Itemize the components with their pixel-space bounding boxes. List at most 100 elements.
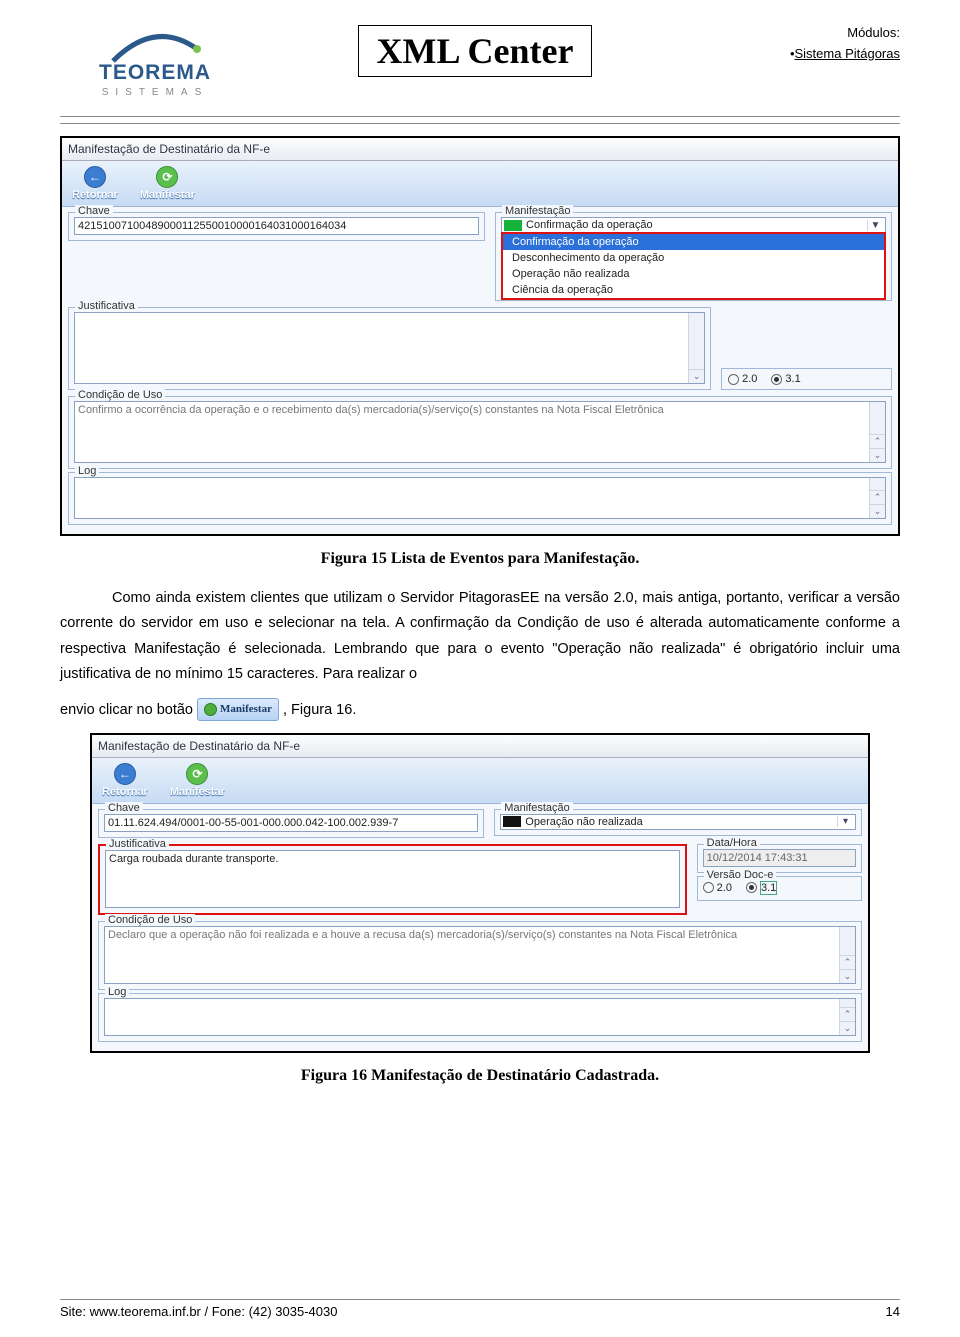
- scroll-down-icon: ⌄: [840, 1021, 855, 1035]
- scroll-down-icon: ⌄: [840, 969, 855, 983]
- scroll-down-icon: ⌄: [870, 504, 885, 518]
- manifestar-button[interactable]: ⟳ Manifestar: [166, 761, 229, 800]
- screenshot-manifestacao-2: Manifestação de Destinatário da NF-e ← R…: [90, 733, 870, 1053]
- condicao-fieldset: Condição de Uso Declaro que a operação n…: [98, 921, 862, 990]
- log-fieldset: Log ⌃⌄: [68, 472, 892, 525]
- dropdown-option[interactable]: Ciência da operação: [503, 282, 884, 298]
- chave-fieldset: Chave: [68, 212, 485, 241]
- chave-input[interactable]: [104, 814, 478, 832]
- chave-label: Chave: [105, 802, 143, 814]
- manifestar-button[interactable]: ⟳ Manifestar: [136, 164, 199, 203]
- flag-icon: [503, 816, 521, 827]
- log-textarea[interactable]: ⌃⌄: [74, 477, 886, 519]
- logo-sub: SISTEMAS: [102, 87, 209, 98]
- figure-caption-16: Figura 16 Manifestação de Destinatário C…: [60, 1067, 900, 1085]
- condicao-textarea[interactable]: Confirmo a ocorrência da operação e o re…: [74, 401, 886, 463]
- logo: TEOREMA SISTEMAS: [60, 25, 250, 98]
- dropdown-list: Confirmação da operação Desconhecimento …: [501, 232, 886, 300]
- manifestacao-label: Manifestação: [501, 802, 572, 814]
- divider: [60, 116, 900, 117]
- body-paragraph-2: envio clicar no botão Manifestar , Figur…: [60, 698, 900, 723]
- log-label: Log: [75, 465, 99, 477]
- manifestacao-fieldset: Manifestação Confirmação da operação ▼ C…: [495, 212, 892, 301]
- retornar-label: Retornar: [102, 786, 148, 798]
- manifestar-inline-button: Manifestar: [197, 698, 279, 721]
- modules-list: Módulos: Sistema Pitágoras: [700, 25, 900, 61]
- scroll-up-icon: ⌃: [840, 955, 855, 969]
- button-label: Manifestar: [220, 700, 272, 719]
- modules-label: Módulos:: [700, 25, 900, 40]
- modules-item: Sistema Pitágoras: [700, 46, 900, 61]
- manifestar-icon: [204, 703, 217, 716]
- versao-box: 2.0 3.1: [721, 368, 892, 390]
- justificativa-textarea[interactable]: Carga roubada durante transporte.: [105, 850, 680, 908]
- justificativa-fieldset: Justificativa Carga roubada durante tran…: [98, 844, 687, 915]
- version-31-radio[interactable]: 3.1: [771, 373, 800, 385]
- justificativa-textarea[interactable]: ⌄: [74, 312, 705, 384]
- page-footer: Site: www.teorema.inf.br / Fone: (42) 30…: [60, 1299, 900, 1319]
- option-label: Operação não realizada: [512, 268, 629, 280]
- retornar-label: Retornar: [72, 189, 118, 201]
- dropdown-selected: Confirmação da operação: [526, 219, 863, 231]
- window-title: Manifestação de Destinatário da NF-e: [92, 735, 868, 758]
- scrollbar[interactable]: ⌃⌄: [839, 927, 855, 983]
- scrollbar[interactable]: ⌃⌄: [839, 999, 855, 1035]
- radio-icon: [728, 374, 739, 385]
- condicao-label: Condição de Uso: [105, 914, 195, 926]
- chave-fieldset: Chave: [98, 809, 484, 838]
- datahora-label: Data/Hora: [704, 837, 760, 849]
- text: , Figura 16.: [283, 702, 356, 718]
- footer-site: Site: www.teorema.inf.br / Fone: (42) 30…: [60, 1304, 337, 1319]
- condicao-text: Confirmo a ocorrência da operação e o re…: [78, 404, 664, 416]
- chave-input[interactable]: [74, 217, 479, 235]
- manifestacao-dropdown[interactable]: Confirmação da operação ▼: [501, 217, 886, 233]
- radio-icon: [703, 882, 714, 893]
- scrollbar[interactable]: ⌃⌄: [869, 402, 885, 462]
- screenshot-manifestacao-1: Manifestação de Destinatário da NF-e ← R…: [60, 136, 900, 536]
- retornar-button[interactable]: ← Retornar: [98, 761, 152, 800]
- versao-label: Versão Doc-e: [704, 869, 777, 881]
- dropdown-selected: Operação não realizada: [525, 816, 833, 828]
- datahora-input: [703, 849, 856, 867]
- back-icon: ←: [84, 166, 106, 188]
- manifestar-icon: ⟳: [156, 166, 178, 188]
- body-paragraph: Como ainda existem clientes que utilizam…: [60, 586, 900, 688]
- scroll-up-icon: ⌃: [870, 434, 885, 448]
- manifestacao-fieldset: Manifestação Operação não realizada ▾: [494, 809, 862, 836]
- flag-icon: [504, 220, 522, 231]
- log-fieldset: Log ⌃⌄: [98, 993, 862, 1042]
- chevron-down-icon: ▾: [837, 816, 853, 827]
- dropdown-option[interactable]: Operação não realizada: [503, 266, 884, 282]
- version-20-radio[interactable]: 2.0: [728, 373, 757, 385]
- figure-caption-15: Figura 15 Lista de Eventos para Manifest…: [60, 550, 900, 568]
- justificativa-text: Carga roubada durante transporte.: [109, 853, 278, 865]
- dropdown-option[interactable]: Confirmação da operação: [503, 234, 884, 250]
- scrollbar[interactable]: ⌃⌄: [869, 478, 885, 518]
- log-label: Log: [105, 986, 129, 998]
- manifestar-label: Manifestar: [170, 786, 225, 798]
- version-31-radio[interactable]: 3.1: [746, 881, 777, 895]
- toolbar: ← Retornar ⟳ Manifestar: [92, 758, 868, 804]
- condicao-label: Condição de Uso: [75, 389, 165, 401]
- footer-page: 14: [886, 1304, 900, 1319]
- radio-icon: [746, 882, 757, 893]
- scroll-down-icon: ⌄: [689, 369, 704, 383]
- condicao-fieldset: Condição de Uso Confirmo a ocorrência da…: [68, 396, 892, 469]
- dropdown-option[interactable]: Desconhecimento da operação: [503, 250, 884, 266]
- manifestar-icon: ⟳: [186, 763, 208, 785]
- radio-label: 3.1: [760, 881, 777, 895]
- versao-fieldset: Versão Doc-e 2.0 3.1: [697, 876, 862, 901]
- radio-label: 2.0: [717, 882, 732, 894]
- chevron-down-icon: ▼: [867, 220, 883, 231]
- condicao-text: Declaro que a operação não foi realizada…: [108, 929, 737, 941]
- version-20-radio[interactable]: 2.0: [703, 882, 732, 894]
- condicao-textarea[interactable]: Declaro que a operação não foi realizada…: [104, 926, 856, 984]
- justificativa-label: Justificativa: [75, 300, 138, 312]
- manifestacao-dropdown[interactable]: Operação não realizada ▾: [500, 814, 856, 830]
- log-textarea[interactable]: ⌃⌄: [104, 998, 856, 1036]
- divider: [60, 123, 900, 124]
- toolbar: ← Retornar ⟳ Manifestar: [62, 161, 898, 207]
- retornar-button[interactable]: ← Retornar: [68, 164, 122, 203]
- justificativa-fieldset: Justificativa ⌄: [68, 307, 711, 390]
- scrollbar[interactable]: ⌄: [688, 313, 704, 383]
